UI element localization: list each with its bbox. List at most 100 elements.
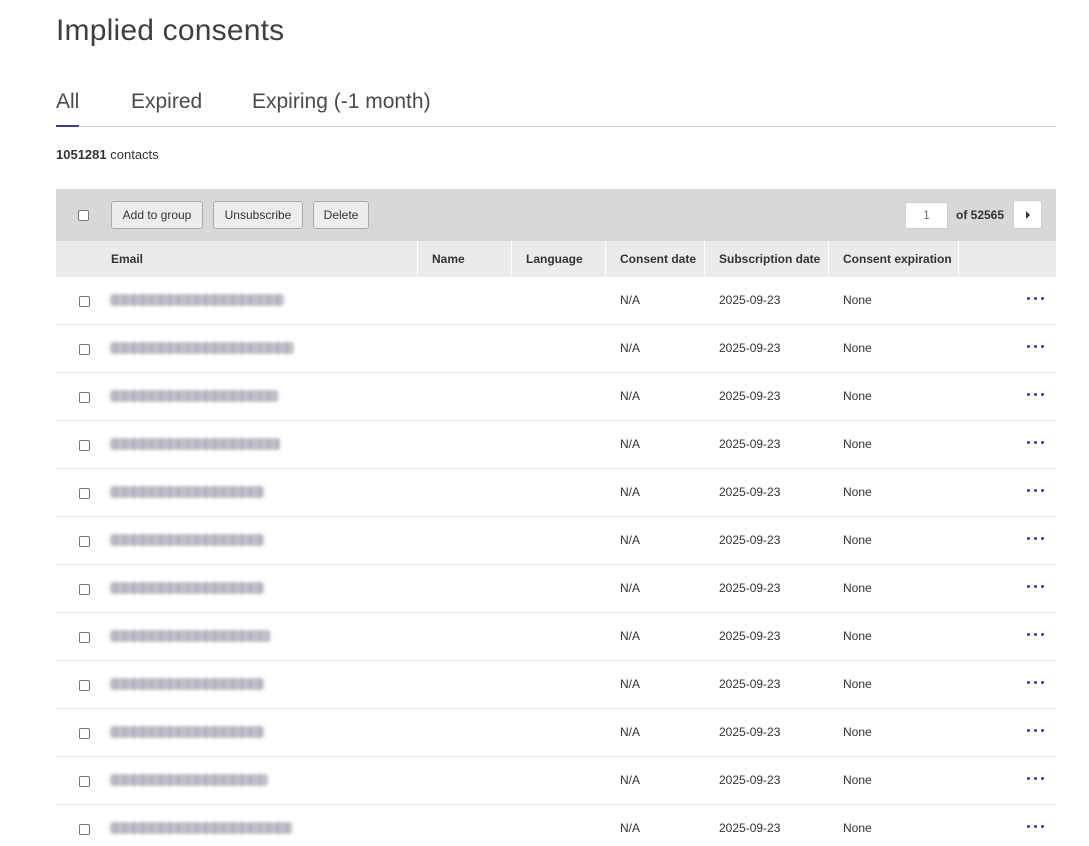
contacts-count-label: contacts	[110, 147, 159, 162]
next-page-button[interactable]	[1013, 200, 1042, 229]
column-header-consent-expiration[interactable]: Consent expiration	[829, 241, 959, 277]
unsubscribe-button[interactable]: Unsubscribe	[213, 201, 303, 229]
consent-date-cell: N/A	[620, 293, 641, 307]
row-checkbox[interactable]	[79, 536, 90, 547]
email-cell-redacted	[110, 534, 264, 546]
table-row: N/A 2025-09-23 None	[56, 565, 1056, 613]
row-checkbox[interactable]	[79, 584, 90, 595]
more-horizontal-icon[interactable]	[1026, 277, 1046, 323]
more-horizontal-icon[interactable]	[1026, 757, 1046, 803]
add-to-group-button[interactable]: Add to group	[111, 201, 203, 229]
email-cell-redacted	[110, 486, 264, 498]
email-cell-redacted	[110, 390, 278, 402]
subscription-date-cell: 2025-09-23	[719, 293, 781, 307]
row-checkbox[interactable]	[79, 488, 90, 499]
consent-expiration-cell: None	[843, 293, 872, 307]
email-cell-redacted	[110, 438, 280, 450]
more-horizontal-icon[interactable]	[1026, 613, 1046, 659]
table-row: N/A 2025-09-23 None	[56, 661, 1056, 709]
contacts-count-number: 1051281	[56, 147, 107, 162]
consent-date-cell: N/A	[620, 389, 641, 403]
subscription-date-cell: 2025-09-23	[719, 725, 781, 739]
row-checkbox[interactable]	[79, 824, 90, 835]
table-row: N/A 2025-09-23 None	[56, 421, 1056, 469]
row-checkbox[interactable]	[79, 776, 90, 787]
table-row: N/A 2025-09-23 None	[56, 517, 1056, 565]
more-horizontal-icon[interactable]	[1026, 517, 1046, 563]
consent-expiration-cell: None	[843, 821, 872, 835]
table-row: N/A 2025-09-23 None	[56, 469, 1056, 517]
subscription-date-cell: 2025-09-23	[719, 389, 781, 403]
column-header-language[interactable]: Language	[512, 241, 606, 277]
consent-date-cell: N/A	[620, 485, 641, 499]
subscription-date-cell: 2025-09-23	[719, 485, 781, 499]
page-total: of 52565	[956, 208, 1005, 222]
subscription-date-cell: 2025-09-23	[719, 341, 781, 355]
more-horizontal-icon[interactable]	[1026, 469, 1046, 515]
tab-expiring[interactable]: Expiring (-1 month)	[252, 86, 431, 126]
table-row: N/A 2025-09-23 None	[56, 757, 1056, 805]
more-horizontal-icon[interactable]	[1026, 661, 1046, 707]
subscription-date-cell: 2025-09-23	[719, 773, 781, 787]
more-horizontal-icon[interactable]	[1026, 805, 1046, 846]
column-header-email[interactable]: Email	[97, 241, 418, 277]
column-header-consent-date[interactable]: Consent date	[606, 241, 705, 277]
more-horizontal-icon[interactable]	[1026, 565, 1046, 611]
consent-date-cell: N/A	[620, 341, 641, 355]
tab-all[interactable]: All	[56, 86, 80, 127]
tab-expired[interactable]: Expired	[131, 86, 202, 126]
page-number-input[interactable]: 1	[905, 202, 948, 229]
email-cell-redacted	[110, 774, 268, 786]
row-checkbox[interactable]	[79, 632, 90, 643]
consent-date-cell: N/A	[620, 821, 641, 835]
consent-date-cell: N/A	[620, 437, 641, 451]
page-title: Implied consents	[56, 14, 285, 47]
subscription-date-cell: 2025-09-23	[719, 533, 781, 547]
email-cell-redacted	[110, 342, 294, 354]
column-header-name[interactable]: Name	[418, 241, 512, 277]
row-checkbox[interactable]	[79, 440, 90, 451]
page: Implied consents All Expired Expiring (-…	[0, 0, 1089, 846]
column-header-subscription-date[interactable]: Subscription date	[705, 241, 829, 277]
email-cell-redacted	[110, 822, 292, 834]
row-checkbox[interactable]	[79, 392, 90, 403]
subscription-date-cell: 2025-09-23	[719, 629, 781, 643]
consent-expiration-cell: None	[843, 533, 872, 547]
table-header: Email Name Language Consent date Subscri…	[56, 241, 1056, 277]
subscription-date-cell: 2025-09-23	[719, 677, 781, 691]
delete-button[interactable]: Delete	[313, 201, 369, 229]
caret-right-icon	[1026, 211, 1030, 219]
consent-date-cell: N/A	[620, 773, 641, 787]
consent-date-cell: N/A	[620, 581, 641, 595]
contacts-table-body: N/A 2025-09-23 None N/A 2025-09-23 None …	[56, 277, 1056, 846]
bulk-actions-toolbar: Add to group Unsubscribe Delete 1 of 525…	[56, 189, 1056, 241]
more-horizontal-icon[interactable]	[1026, 325, 1046, 371]
subscription-date-cell: 2025-09-23	[719, 437, 781, 451]
consent-date-cell: N/A	[620, 677, 641, 691]
consent-date-cell: N/A	[620, 629, 641, 643]
consent-expiration-cell: None	[843, 629, 872, 643]
more-horizontal-icon[interactable]	[1026, 373, 1046, 419]
consent-expiration-cell: None	[843, 437, 872, 451]
table-row: N/A 2025-09-23 None	[56, 805, 1056, 846]
subscription-date-cell: 2025-09-23	[719, 581, 781, 595]
more-horizontal-icon[interactable]	[1026, 421, 1046, 467]
row-checkbox[interactable]	[79, 680, 90, 691]
email-cell-redacted	[110, 582, 264, 594]
row-checkbox[interactable]	[79, 296, 90, 307]
select-all-checkbox[interactable]	[78, 210, 89, 221]
row-checkbox[interactable]	[79, 344, 90, 355]
table-row: N/A 2025-09-23 None	[56, 373, 1056, 421]
subscription-date-cell: 2025-09-23	[719, 821, 781, 835]
email-cell-redacted	[110, 726, 264, 738]
consent-expiration-cell: None	[843, 581, 872, 595]
more-horizontal-icon[interactable]	[1026, 709, 1046, 755]
tab-bar: All Expired Expiring (-1 month)	[56, 86, 1056, 127]
email-cell-redacted	[110, 294, 284, 306]
row-checkbox[interactable]	[79, 728, 90, 739]
consent-expiration-cell: None	[843, 341, 872, 355]
table-row: N/A 2025-09-23 None	[56, 325, 1056, 373]
consent-expiration-cell: None	[843, 677, 872, 691]
consent-date-cell: N/A	[620, 725, 641, 739]
consent-expiration-cell: None	[843, 485, 872, 499]
